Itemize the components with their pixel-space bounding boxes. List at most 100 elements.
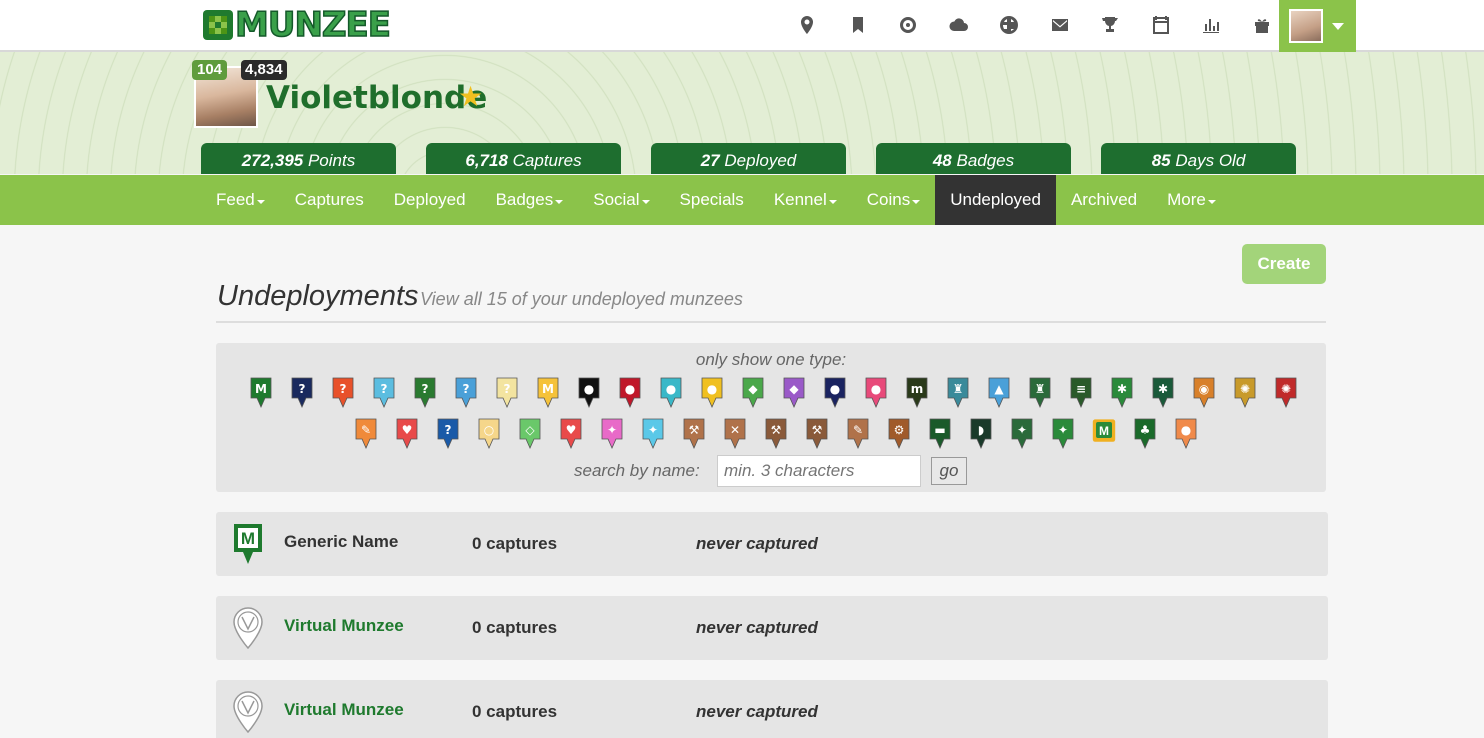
- stat-badges[interactable]: 48 Badges: [876, 143, 1071, 174]
- circle-pin-icon[interactable]: ●: [855, 376, 896, 412]
- mystery-pin-icon[interactable]: ?: [486, 376, 527, 412]
- calendar-icon[interactable]: [1136, 0, 1187, 50]
- star-pin-icon[interactable]: ✱: [1101, 376, 1142, 412]
- car-pin-icon[interactable]: ▬: [919, 417, 960, 453]
- list-item[interactable]: Virtual Munzee 0 captures never captured: [216, 680, 1328, 738]
- nav-kennel[interactable]: Kennel: [759, 175, 852, 225]
- svg-text:M: M: [255, 382, 267, 396]
- map-pin-icon[interactable]: [782, 0, 833, 50]
- circle-pin-icon[interactable]: ●: [691, 376, 732, 412]
- tool-pin-icon[interactable]: ✕: [714, 417, 755, 453]
- trophy-icon[interactable]: [1085, 0, 1136, 50]
- nav-deployed[interactable]: Deployed: [379, 175, 481, 225]
- circle-pin-icon[interactable]: ●: [814, 376, 855, 412]
- globe-icon[interactable]: [984, 0, 1035, 50]
- clover-pin-icon[interactable]: ♣: [1124, 417, 1165, 453]
- unicorn-pin-icon[interactable]: ✦: [632, 417, 673, 453]
- gem-pin-icon[interactable]: ◆: [732, 376, 773, 412]
- web-pin-icon[interactable]: ✺: [1265, 376, 1306, 412]
- svg-text:✺: ✺: [1239, 382, 1249, 396]
- circle-pin-icon[interactable]: ●: [609, 376, 650, 412]
- star-pin-icon[interactable]: ✱: [1142, 376, 1183, 412]
- svg-text:●: ●: [870, 382, 880, 396]
- nav-feed[interactable]: Feed: [201, 175, 280, 225]
- divider: [216, 321, 1326, 323]
- virtual-munzee-icon: [232, 606, 264, 650]
- mystery-pin-icon[interactable]: ?: [322, 376, 363, 412]
- munzee-logo[interactable]: MUNZEE: [203, 7, 392, 43]
- munzee-logo-icon: [203, 10, 233, 40]
- chevron-down-icon: [1332, 22, 1344, 30]
- svg-text:●: ●: [665, 382, 675, 396]
- walker-pin-icon[interactable]: ✦: [1042, 417, 1083, 453]
- nav-coins[interactable]: Coins: [852, 175, 935, 225]
- tool-pin-icon[interactable]: ⚒: [673, 417, 714, 453]
- circle-pin-icon[interactable]: ●: [650, 376, 691, 412]
- nav-more[interactable]: More: [1152, 175, 1231, 225]
- rainbow-pin-icon[interactable]: ♥: [386, 417, 427, 453]
- castle-pin-icon[interactable]: ♜: [1019, 376, 1060, 412]
- diamond-pin-icon[interactable]: ◇: [509, 417, 550, 453]
- mystery-pin-icon[interactable]: ?: [281, 376, 322, 412]
- munzee-pin-icon[interactable]: m: [896, 376, 937, 412]
- search-input[interactable]: [717, 455, 921, 487]
- tool-pin-icon[interactable]: ⚒: [755, 417, 796, 453]
- envelope-icon[interactable]: [1035, 0, 1086, 50]
- target-icon[interactable]: [883, 0, 934, 50]
- castle-pin-icon[interactable]: ♜: [937, 376, 978, 412]
- tool-pin-icon[interactable]: ✎: [837, 417, 878, 453]
- eye-pin-icon[interactable]: ◉: [1183, 376, 1224, 412]
- munzee-name[interactable]: Virtual Munzee: [284, 700, 404, 720]
- stat-days-old[interactable]: 85 Days Old: [1101, 143, 1296, 174]
- svg-text:●: ●: [829, 382, 839, 396]
- list-item[interactable]: Virtual Munzee 0 captures never captured: [216, 596, 1328, 660]
- mystery-pin-icon[interactable]: ?: [404, 376, 445, 412]
- web-pin-icon[interactable]: ✺: [1224, 376, 1265, 412]
- nav-label: Social: [593, 190, 640, 209]
- unicorn-pin-icon[interactable]: ✦: [591, 417, 632, 453]
- stat-deployed[interactable]: 27 Deployed: [651, 143, 846, 174]
- type-filter-panel: only show one type: M?????? M ● ● ● ● ◆ ◆ ● ● m ♜ ▲ ♜…: [216, 343, 1326, 492]
- capture-count: 0 captures: [472, 618, 558, 637]
- mask-pin-icon[interactable]: ◗: [960, 417, 1001, 453]
- nav-specials[interactable]: Specials: [665, 175, 759, 225]
- svg-text:m: m: [910, 382, 923, 396]
- avatar: [1289, 9, 1323, 43]
- bookmark-icon[interactable]: [833, 0, 884, 50]
- flame-pin-icon[interactable]: ♥: [550, 417, 591, 453]
- bar-chart-icon[interactable]: [1186, 0, 1237, 50]
- tool-pin-icon[interactable]: ⚒: [796, 417, 837, 453]
- munzee-pin-icon[interactable]: M: [527, 376, 568, 412]
- gem-pin-icon[interactable]: ◆: [773, 376, 814, 412]
- nav-badges[interactable]: Badges: [481, 175, 579, 225]
- nav-label: Deployed: [393, 190, 466, 209]
- nav-undeployed[interactable]: Undeployed: [935, 175, 1056, 225]
- nav-captures[interactable]: Captures: [280, 175, 379, 225]
- nav-social[interactable]: Social: [578, 175, 664, 225]
- mystery-pin-icon[interactable]: ?: [427, 417, 468, 453]
- bulb-pin-icon[interactable]: ○: [468, 417, 509, 453]
- balloon-pin-icon[interactable]: ▲: [978, 376, 1019, 412]
- go-button[interactable]: go: [931, 457, 967, 485]
- circle-pin-icon[interactable]: ●: [568, 376, 609, 412]
- create-button[interactable]: Create: [1242, 244, 1326, 284]
- mystery-pin-icon[interactable]: ?: [445, 376, 486, 412]
- tool-pin-icon[interactable]: ⚙: [878, 417, 919, 453]
- stat-points[interactable]: 272,395 Points: [201, 143, 396, 174]
- svg-text:✺: ✺: [1280, 382, 1290, 396]
- svg-text:○: ○: [483, 423, 493, 437]
- munzee-pin-icon[interactable]: M: [240, 376, 281, 412]
- list-item[interactable]: M Generic Name 0 captures never captured: [216, 512, 1328, 576]
- mystery-pin-icon[interactable]: ?: [363, 376, 404, 412]
- munzee-square-icon[interactable]: M: [1083, 417, 1124, 453]
- munzee-name[interactable]: Virtual Munzee: [284, 616, 404, 636]
- walker-pin-icon[interactable]: ✦: [1001, 417, 1042, 453]
- stat-captures[interactable]: 6,718 Captures: [426, 143, 621, 174]
- type-icons-row: ✎ ♥? ○ ◇ ♥ ✦ ✦ ⚒ ✕ ⚒ ⚒ ✎ ⚙ ▬ ◗ ✦ ✦ M ♣ ●: [345, 417, 1206, 453]
- trail-pin-icon[interactable]: ≡: [1060, 376, 1101, 412]
- feather-pin-icon[interactable]: ✎: [345, 417, 386, 453]
- nav-archived[interactable]: Archived: [1056, 175, 1152, 225]
- cloud-icon[interactable]: [934, 0, 985, 50]
- badge-pin-icon[interactable]: ●: [1165, 417, 1206, 453]
- user-menu-button[interactable]: [1279, 0, 1356, 52]
